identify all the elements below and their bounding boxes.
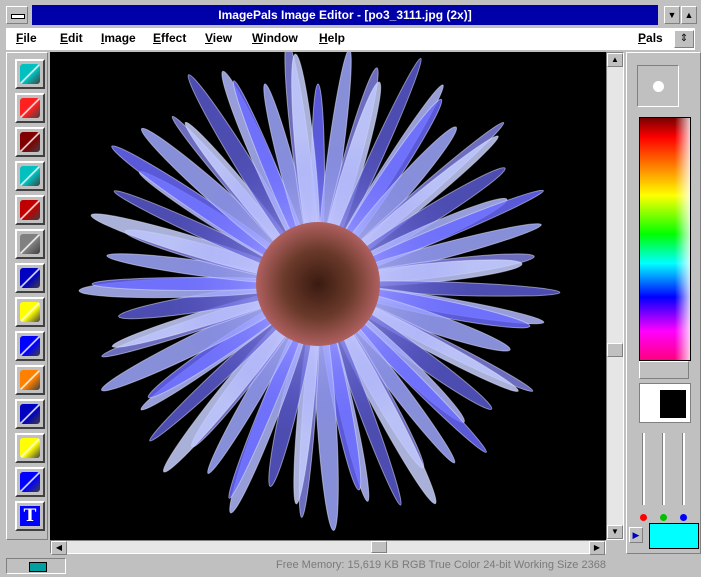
color-spectrum[interactable] bbox=[639, 117, 691, 361]
title-bar: ImagePals Image Editor - [po3_3111.jpg (… bbox=[0, 0, 701, 28]
status-indicator bbox=[6, 558, 66, 574]
window-title: ImagePals Image Editor - [po3_3111.jpg (… bbox=[32, 5, 658, 25]
text-tool-button[interactable]: T bbox=[15, 501, 45, 531]
color-palette-panel: ▶ bbox=[626, 52, 701, 554]
spray-tool-icon bbox=[20, 404, 40, 424]
menu-pals[interactable]: Pals bbox=[638, 31, 663, 45]
scroll-left-arrow[interactable]: ◀ bbox=[51, 541, 67, 555]
fill-bucket-tool-button[interactable] bbox=[15, 161, 45, 191]
palette-options-button[interactable] bbox=[639, 361, 689, 379]
color-apply-button[interactable]: ▶ bbox=[629, 527, 643, 543]
text-tool-icon: T bbox=[20, 506, 40, 526]
zoom-tool-button[interactable] bbox=[15, 263, 45, 293]
green-indicator-icon bbox=[660, 514, 667, 521]
smudge-tool-icon bbox=[20, 336, 40, 356]
red-slider[interactable] bbox=[639, 431, 649, 521]
menu-edit[interactable]: Edit bbox=[60, 31, 83, 45]
scroll-up-arrow[interactable]: ▲ bbox=[607, 53, 623, 67]
sparkle-tool-icon bbox=[20, 302, 40, 322]
current-color-swatch[interactable] bbox=[649, 523, 699, 549]
crop-tool-button[interactable] bbox=[15, 127, 45, 157]
vertical-scroll-thumb[interactable] bbox=[607, 343, 623, 357]
brush-tool-icon bbox=[20, 370, 40, 390]
system-menu-button[interactable] bbox=[6, 6, 28, 24]
horizontal-scrollbar[interactable]: ◀ ▶ bbox=[50, 540, 606, 555]
lasso-tool-button[interactable] bbox=[15, 93, 45, 123]
menu-help[interactable]: Help bbox=[319, 31, 345, 45]
green-slider[interactable] bbox=[659, 431, 669, 521]
crop-tool-icon bbox=[20, 132, 40, 152]
scroll-down-arrow[interactable]: ▼ bbox=[607, 525, 623, 539]
toolbox: T bbox=[6, 52, 48, 540]
status-text: Free Memory: 15,619 KB RGB True Color 24… bbox=[276, 559, 606, 571]
menu-window[interactable]: Window bbox=[252, 31, 298, 45]
foreground-background-colors[interactable] bbox=[639, 383, 691, 423]
stamp-tool-button[interactable] bbox=[15, 195, 45, 225]
eyedropper-tool-icon bbox=[20, 234, 40, 254]
blue-slider[interactable] bbox=[679, 431, 689, 521]
menu-view[interactable]: View bbox=[205, 31, 232, 45]
smudge-tool-button[interactable] bbox=[15, 331, 45, 361]
horizontal-scroll-thumb[interactable] bbox=[371, 541, 387, 553]
maximize-button[interactable]: ▲ bbox=[681, 6, 697, 24]
menu-effect[interactable]: Effect bbox=[153, 31, 186, 45]
magic-wand-tool-icon bbox=[20, 64, 40, 84]
scroll-right-arrow[interactable]: ▶ bbox=[589, 541, 605, 555]
vertical-scrollbar[interactable]: ▲ ▼ bbox=[606, 52, 624, 540]
menu-file[interactable]: File bbox=[16, 31, 37, 45]
status-bar: Free Memory: 15,619 KB RGB True Color 24… bbox=[0, 555, 701, 577]
system-menu-icon bbox=[11, 14, 25, 19]
lasso-tool-icon bbox=[20, 98, 40, 118]
zoom-tool-icon bbox=[20, 268, 40, 288]
pencil-tool-button[interactable] bbox=[15, 433, 45, 463]
menu-image[interactable]: Image bbox=[101, 31, 136, 45]
image-canvas[interactable] bbox=[50, 52, 606, 540]
brush-tool-button[interactable] bbox=[15, 365, 45, 395]
red-indicator-icon bbox=[640, 514, 647, 521]
background-color-swatch[interactable] bbox=[660, 390, 686, 418]
document-restore-button[interactable]: ⇕ bbox=[674, 30, 694, 48]
eyedropper-tool-button[interactable] bbox=[15, 229, 45, 259]
flower-image bbox=[78, 52, 561, 532]
paint-brush-tool-icon bbox=[20, 472, 40, 492]
minimize-button[interactable]: ▼ bbox=[664, 6, 680, 24]
sparkle-tool-button[interactable] bbox=[15, 297, 45, 327]
magic-wand-tool-button[interactable] bbox=[15, 59, 45, 89]
stamp-tool-icon bbox=[20, 200, 40, 220]
pencil-tool-icon bbox=[20, 438, 40, 458]
brush-dot-icon bbox=[653, 81, 664, 92]
brush-size-selector[interactable] bbox=[637, 65, 679, 107]
fill-bucket-tool-icon bbox=[20, 166, 40, 186]
menu-bar: File Edit Image Effect View Window Help … bbox=[6, 28, 695, 50]
spray-tool-button[interactable] bbox=[15, 399, 45, 429]
activity-icon bbox=[29, 562, 47, 572]
blue-indicator-icon bbox=[680, 514, 687, 521]
paint-brush-tool-button[interactable] bbox=[15, 467, 45, 497]
